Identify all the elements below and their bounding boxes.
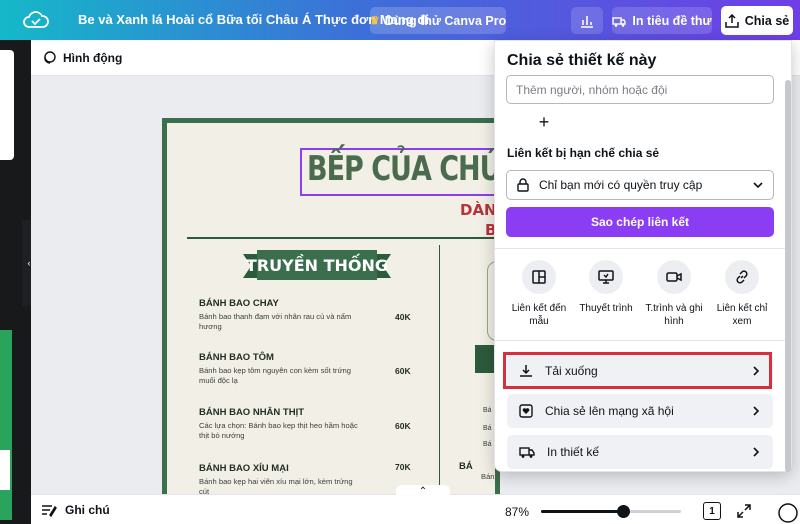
animate-icon xyxy=(44,51,56,64)
right-item-name: BÁ xyxy=(459,461,473,472)
item-price: 60K xyxy=(395,366,411,376)
add-people-input[interactable] xyxy=(506,75,774,104)
panel-divider xyxy=(495,248,791,249)
item-price: 60K xyxy=(395,421,411,431)
chevron-right-icon xyxy=(753,406,760,416)
add-people-button[interactable]: + xyxy=(533,111,555,133)
chevron-right-icon xyxy=(753,447,760,457)
zoom-slider-handle[interactable] xyxy=(617,505,630,518)
lock-icon xyxy=(517,178,529,192)
right-item-desc: Bánh bao kẹp một lát thịt bò nướng, xyxy=(481,472,499,481)
link-access-select[interactable]: Chỉ bạn mới có quyền truy cập xyxy=(506,170,774,200)
side-thumbnail[interactable] xyxy=(0,330,12,520)
zoom-slider-fill xyxy=(541,510,618,513)
item-price: 70K xyxy=(395,462,411,472)
share-button[interactable]: Chia sẻ xyxy=(721,6,793,35)
share-option-template-link[interactable]: Liên kết đến mẫu xyxy=(503,260,575,328)
design-page[interactable]: BẾP CỦA CHÚ NĂ DÀNH B TRUYỀN THỐNG BÁNH … xyxy=(162,118,500,498)
link-icon xyxy=(725,260,759,294)
try-pro-button[interactable]: ♛ Dùng thử Canva Pro xyxy=(370,7,506,34)
item-desc: Bánh bao kẹp tôm nguyên con kèm sốt trứn… xyxy=(199,366,351,385)
item-desc: Bánh bao thanh đạm với nhân rau củ và nấ… xyxy=(199,312,352,331)
side-panel-edge xyxy=(0,50,14,160)
share-label: Chia sẻ xyxy=(744,13,790,28)
template-icon xyxy=(522,260,556,294)
menu-item[interactable]: BÁNH BAO TÔM Bánh bao kẹp tôm nguyên con… xyxy=(199,352,449,386)
item-name: BÁNH BAO XÍU MẠI xyxy=(199,463,289,474)
try-pro-label: Dùng thử Canva Pro xyxy=(384,13,507,28)
panel-scrollbar[interactable] xyxy=(785,80,791,472)
chevron-up-icon: ⌃ xyxy=(418,486,428,497)
menu-title[interactable]: BẾP CỦA CHÚ NĂ xyxy=(307,150,495,189)
zoom-slider[interactable] xyxy=(541,510,681,513)
right-item-fragment: Bá xyxy=(483,425,492,432)
social-share-row[interactable]: Chia sẻ lên mạng xã hội xyxy=(507,394,773,428)
crown-icon: ♛ xyxy=(369,15,380,27)
show-pages-button[interactable]: ⌃ xyxy=(396,485,450,497)
download-highlight-box xyxy=(503,352,772,389)
item-desc: Các lựa chọn: Bánh bao kẹp thịt heo hầm … xyxy=(199,421,358,440)
animate-label: Hình động xyxy=(63,51,123,65)
item-name: BÁNH BAO CHAY xyxy=(199,298,279,309)
menu-item[interactable]: BÁNH BAO CHAY Bánh bao thanh đạm với nhâ… xyxy=(199,298,449,332)
share-option-view-link[interactable]: Liên kết chỉ xem xyxy=(706,260,778,328)
plus-icon: + xyxy=(538,111,550,132)
social-share-label: Chia sẻ lên mạng xã hội xyxy=(545,404,674,418)
present-icon xyxy=(589,260,623,294)
zoom-level[interactable]: 87% xyxy=(505,505,529,519)
share-panel-title: Chia sẻ thiết kế này xyxy=(507,52,657,69)
bar-chart-icon xyxy=(581,15,593,28)
page-count-button[interactable]: 1 xyxy=(703,502,721,520)
notes-label: Ghi chú xyxy=(65,503,110,517)
notes-icon xyxy=(42,505,57,517)
item-price: 40K xyxy=(395,312,411,322)
right-item-fragment: Bá xyxy=(483,441,492,448)
item-name: BÁNH BAO NHÂN THỊT xyxy=(199,407,305,418)
print-letterhead-button[interactable]: In tiêu đề thư xyxy=(612,7,712,34)
side-thumbnail-white[interactable] xyxy=(0,450,10,490)
link-access-value: Chỉ bạn mới có quyền truy cập xyxy=(539,178,703,192)
bottom-bar xyxy=(31,494,800,524)
truck-icon xyxy=(612,16,627,27)
heart-icon xyxy=(519,404,533,418)
share-option-label: T.trình và ghi hình xyxy=(645,303,703,327)
right-item-fragment: Bá xyxy=(483,407,492,414)
cloud-save-icon[interactable] xyxy=(22,10,50,30)
share-option-record[interactable]: T.trình và ghi hình xyxy=(638,260,710,328)
insights-button[interactable] xyxy=(571,7,603,34)
print-letterhead-label: In tiêu đề thư xyxy=(632,13,712,28)
truck-icon xyxy=(519,447,535,458)
section-title[interactable]: TRUYỀN THỐNG xyxy=(243,256,391,275)
share-option-present[interactable]: Thuyết trình xyxy=(570,260,642,315)
fullscreen-icon[interactable] xyxy=(736,503,752,519)
share-option-label: Thuyết trình xyxy=(579,303,633,314)
help-icon[interactable] xyxy=(774,501,800,523)
item-name: BÁNH BAO TÔM xyxy=(199,352,274,363)
print-design-label: In thiết kế xyxy=(547,445,600,459)
panel-divider xyxy=(495,340,791,341)
chevron-down-icon xyxy=(753,182,763,189)
print-design-row[interactable]: In thiết kế xyxy=(507,435,773,469)
menu-divider xyxy=(187,237,495,239)
animate-button[interactable]: Hình động xyxy=(42,51,122,65)
link-access-label: Liên kết bị hạn chế chia sẻ xyxy=(507,146,660,160)
menu-item[interactable]: BÁNH BAO NHÂN THỊT Các lựa chọn: Bánh ba… xyxy=(199,407,449,441)
upload-icon xyxy=(725,13,739,28)
notes-button[interactable]: Ghi chú xyxy=(41,503,110,517)
share-option-label: Liên kết chỉ xem xyxy=(716,303,768,327)
share-option-label: Liên kết đến mẫu xyxy=(511,303,567,327)
record-icon xyxy=(657,260,691,294)
copy-link-button[interactable]: Sao chép liên kết xyxy=(506,207,774,237)
